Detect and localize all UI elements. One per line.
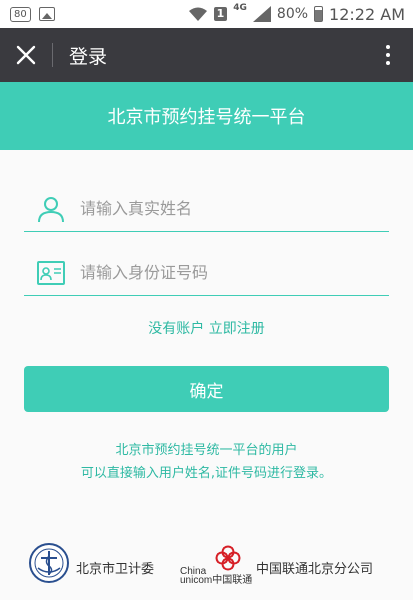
wifi-icon	[188, 7, 207, 21]
close-button[interactable]	[0, 28, 52, 82]
sim-icon: 1	[213, 7, 228, 21]
banner-title: 北京市预约挂号统一平台	[107, 107, 306, 128]
svg-text:unicom中国联通: unicom中国联通	[180, 573, 252, 584]
register-link[interactable]: 没有账户 立即注册	[0, 318, 413, 338]
close-icon	[16, 45, 36, 65]
id-card-icon	[37, 260, 65, 285]
id-number-input[interactable]	[80, 263, 370, 282]
more-vertical-icon	[386, 45, 390, 49]
name-field	[24, 186, 389, 232]
battery-icon	[314, 6, 324, 22]
app-header: 登录	[0, 28, 413, 82]
footer: 北京市卫计委 China unicom中国联通 中国联通北京分公司	[0, 538, 413, 594]
network-type: 4G	[233, 3, 247, 13]
clock: 12:22 AM	[329, 4, 405, 24]
china-unicom-label: 中国联通北京分公司	[256, 562, 374, 577]
image-icon	[38, 7, 55, 21]
health-commission-label: 北京市卫计委	[76, 562, 155, 577]
more-button[interactable]	[373, 40, 403, 70]
hint-line-2: 可以直接输入用户姓名,证件号码进行登录。	[80, 466, 333, 481]
id-field	[24, 250, 389, 296]
signal-icon	[252, 6, 271, 22]
page-title: 登录	[69, 45, 108, 68]
notification-badge: 80	[10, 6, 31, 22]
status-bar: 80 1 4G 80% 12:22 AM	[0, 0, 413, 28]
confirm-button[interactable]: 确定	[24, 366, 389, 412]
name-input[interactable]	[80, 199, 370, 218]
health-commission-logo	[29, 543, 69, 583]
header-divider	[52, 43, 53, 67]
hint-line-1: 北京市预约挂号统一平台的用户	[115, 443, 298, 458]
platform-banner: 北京市预约挂号统一平台	[0, 82, 413, 150]
battery-level: 80%	[276, 6, 309, 22]
user-icon	[38, 196, 64, 222]
china-unicom-logo: China unicom中国联通	[180, 545, 252, 584]
